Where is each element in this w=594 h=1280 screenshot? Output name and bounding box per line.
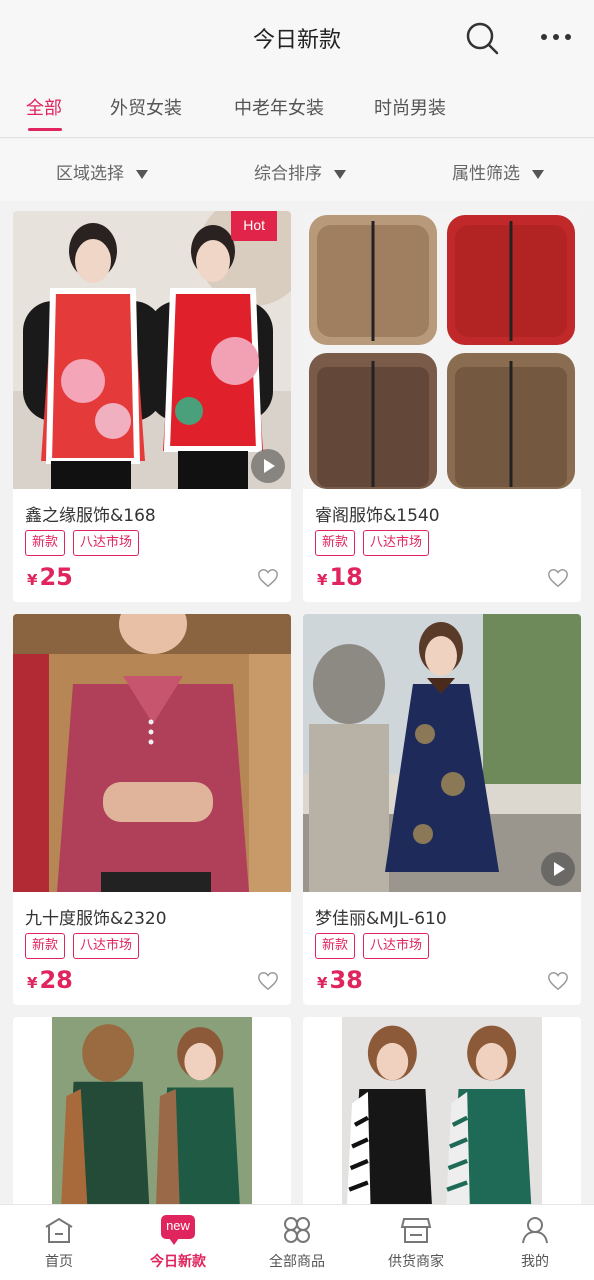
tag-new: 新款 (25, 933, 66, 959)
currency-symbol: ¥ (317, 974, 328, 992)
nav-suppliers-label: 供货商家 (388, 1254, 444, 1270)
product-price: ¥18 (317, 563, 363, 591)
price-value: 18 (329, 563, 363, 591)
tag-new: 新款 (25, 530, 66, 556)
filter-attributes-label: 属性筛选 (452, 164, 520, 184)
nav-suppliers[interactable]: 供货商家 (357, 1205, 475, 1280)
nav-mine-label: 我的 (521, 1254, 549, 1270)
product-tags: 新款 八达市场 (25, 530, 140, 556)
filter-sort-label: 综合排序 (254, 164, 322, 184)
search-icon[interactable] (462, 18, 502, 58)
tag-new: 新款 (315, 933, 356, 959)
price-value: 25 (39, 563, 73, 591)
tab-middle-aged-women[interactable]: 中老年女装 (234, 94, 324, 120)
tab-fashion-men[interactable]: 时尚男装 (374, 94, 446, 120)
top-bar: 今日新款 (0, 0, 594, 78)
filter-sort[interactable]: 综合排序 (254, 159, 346, 184)
product-card[interactable] (13, 1017, 291, 1217)
filter-region[interactable]: 区域选择 (56, 159, 148, 184)
nav-all-products[interactable]: 全部商品 (238, 1205, 356, 1280)
product-image[interactable] (13, 1017, 291, 1217)
grid-icon (284, 1217, 310, 1243)
nav-today-new[interactable]: new 今日新款 (119, 1205, 237, 1280)
product-card[interactable]: 梦佳丽&MJL-610 新款 八达市场 ¥38 (303, 614, 581, 1005)
nav-mine[interactable]: 我的 (476, 1205, 594, 1280)
more-icon[interactable] (536, 22, 576, 52)
filter-bar: 区域选择 综合排序 属性筛选 (0, 139, 594, 201)
tab-all[interactable]: 全部 (26, 94, 62, 120)
product-name: 九十度服饰&2320 (25, 909, 167, 929)
caret-down-icon (334, 169, 346, 179)
home-icon (45, 1217, 73, 1243)
currency-symbol: ¥ (27, 974, 38, 992)
favorite-heart-icon[interactable] (547, 567, 569, 589)
tag-market: 八达市场 (73, 933, 140, 959)
favorite-heart-icon[interactable] (547, 970, 569, 992)
nav-all-products-label: 全部商品 (269, 1254, 325, 1270)
hot-badge: Hot (231, 211, 277, 241)
caret-down-icon (136, 169, 148, 179)
product-name: 梦佳丽&MJL-610 (315, 909, 447, 929)
tag-new: 新款 (315, 530, 356, 556)
product-card[interactable]: Hot 鑫之缘服饰&168 新款 八达市场 ¥25 (13, 211, 291, 602)
product-image[interactable] (13, 614, 291, 892)
currency-symbol: ¥ (27, 571, 38, 589)
product-price: ¥28 (27, 966, 73, 994)
tag-market: 八达市场 (73, 530, 140, 556)
category-tabs: 全部 外贸女装 中老年女装 时尚男装 (0, 78, 594, 138)
product-image[interactable] (303, 1017, 581, 1217)
product-card[interactable] (303, 1017, 581, 1217)
play-video-icon[interactable] (541, 852, 575, 886)
active-tab-indicator (28, 128, 62, 131)
store-icon (400, 1218, 432, 1243)
product-tags: 新款 八达市场 (25, 933, 140, 959)
nav-home-label: 首页 (45, 1254, 73, 1270)
new-badge-icon: new (161, 1215, 195, 1245)
product-tags: 新款 八达市场 (315, 530, 430, 556)
product-name: 睿阁服饰&1540 (315, 506, 440, 526)
play-video-icon[interactable] (251, 449, 285, 483)
product-image[interactable] (303, 614, 581, 892)
product-name: 鑫之缘服饰&168 (25, 506, 156, 526)
product-card[interactable]: 睿阁服饰&1540 新款 八达市场 ¥18 (303, 211, 581, 602)
product-image[interactable] (13, 211, 291, 489)
favorite-heart-icon[interactable] (257, 970, 279, 992)
bottom-nav: 首页 new 今日新款 全部商品 供货商家 我的 (0, 1204, 594, 1280)
tag-market: 八达市场 (363, 530, 430, 556)
nav-today-new-label: 今日新款 (150, 1254, 206, 1270)
caret-down-icon (532, 169, 544, 179)
page-title: 今日新款 (252, 28, 341, 53)
profile-icon (522, 1217, 548, 1244)
product-card[interactable]: 九十度服饰&2320 新款 八达市场 ¥28 (13, 614, 291, 1005)
product-tags: 新款 八达市场 (315, 933, 430, 959)
currency-symbol: ¥ (317, 571, 328, 589)
product-image[interactable] (303, 211, 581, 489)
nav-home[interactable]: 首页 (0, 1205, 118, 1280)
tab-foreign-trade-women[interactable]: 外贸女装 (110, 94, 182, 120)
price-value: 28 (39, 966, 73, 994)
price-value: 38 (329, 966, 363, 994)
filter-attributes[interactable]: 属性筛选 (452, 159, 544, 184)
product-price: ¥38 (317, 966, 363, 994)
product-price: ¥25 (27, 563, 73, 591)
filter-region-label: 区域选择 (56, 164, 124, 184)
favorite-heart-icon[interactable] (257, 567, 279, 589)
tag-market: 八达市场 (363, 933, 430, 959)
